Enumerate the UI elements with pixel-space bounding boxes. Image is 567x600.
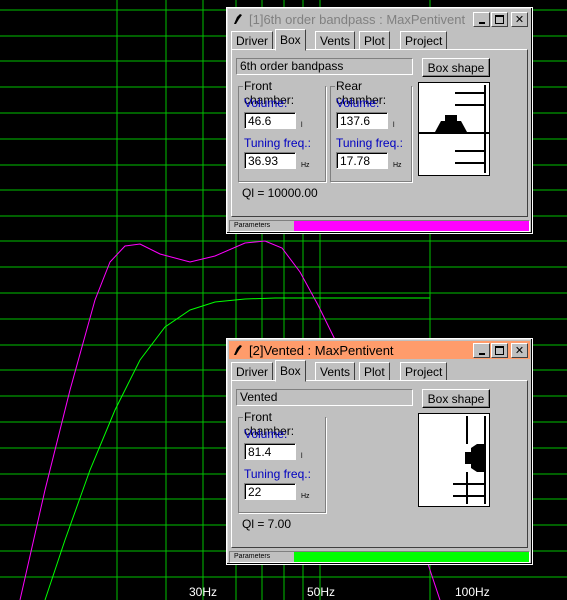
bandpass-window[interactable]: [1]6th order bandpass : MaxPentivent ✕ D… xyxy=(226,7,533,234)
maximize-button[interactable] xyxy=(491,12,508,27)
x-tick-30hz: 30Hz xyxy=(189,585,218,599)
close-button[interactable]: ✕ xyxy=(511,12,528,27)
tuning-label: Tuning freq.: xyxy=(244,467,311,481)
front-volume-input[interactable]: 46.6 xyxy=(244,112,296,129)
parameters-label: Parameters xyxy=(230,221,297,231)
tuning-unit: Hz xyxy=(301,493,310,500)
box-tab-panel: Vented Box shape Front chamber: Volume: … xyxy=(231,380,528,548)
tab-project[interactable]: Project xyxy=(400,31,448,50)
box-shape-diagram xyxy=(418,413,490,507)
maximize-icon xyxy=(495,346,504,355)
front-chamber-group: Front chamber: Volume: 46.6 l Tuning fre… xyxy=(238,79,326,182)
minimize-icon xyxy=(478,21,485,24)
tab-vents[interactable]: Vents xyxy=(315,362,356,381)
tuning-label: Tuning freq.: xyxy=(336,136,403,150)
rear-chamber-group: Rear chamber: Volume: 137.6 l Tuning fre… xyxy=(330,79,412,182)
status-bar: Parameters xyxy=(229,551,530,563)
box-type-field: 6th order bandpass xyxy=(236,58,413,75)
bandpass-titlebar[interactable]: [1]6th order bandpass : MaxPentivent ✕ xyxy=(229,10,530,28)
minimize-icon xyxy=(478,352,485,355)
parameters-label: Parameters xyxy=(230,552,297,562)
volume-label: Volume: xyxy=(244,96,288,110)
box-shape-diagram xyxy=(418,82,490,176)
x-tick-100hz: 100Hz xyxy=(455,585,490,599)
vented-titlebar[interactable]: [2]Vented : MaxPentivent ✕ xyxy=(229,341,530,359)
ql-label: Ql = 7.00 xyxy=(242,517,292,531)
rear-volume-input[interactable]: 137.6 xyxy=(336,112,388,129)
curve-color-bar xyxy=(294,552,529,562)
front-chamber-group: Front chamber: Volume: 81.4 l Tuning fre… xyxy=(238,410,326,513)
volume-unit: l xyxy=(301,122,303,129)
curve-color-bar xyxy=(294,221,529,231)
box-shape-button[interactable]: Box shape xyxy=(422,58,490,77)
volume-unit: l xyxy=(393,122,395,129)
close-button[interactable]: ✕ xyxy=(511,343,528,358)
box-shape-button[interactable]: Box shape xyxy=(422,389,490,408)
maximize-icon xyxy=(495,15,504,24)
box-type-field: Vented xyxy=(236,389,413,406)
tab-driver[interactable]: Driver xyxy=(231,31,273,50)
speaker-icon xyxy=(234,345,242,355)
minimize-button[interactable] xyxy=(473,12,490,27)
maximize-button[interactable] xyxy=(491,343,508,358)
window-title: [2]Vented : MaxPentivent xyxy=(249,342,394,358)
tuning-unit: Hz xyxy=(301,162,310,169)
volume-label: Volume: xyxy=(244,427,288,441)
close-icon: ✕ xyxy=(514,344,525,357)
front-volume-input[interactable]: 81.4 xyxy=(244,443,296,460)
box-tab-panel: 6th order bandpass Box shape Front chamb… xyxy=(231,49,528,217)
tab-project[interactable]: Project xyxy=(400,362,448,381)
tab-plot[interactable]: Plot xyxy=(359,31,390,50)
close-icon: ✕ xyxy=(514,13,525,26)
status-bar: Parameters xyxy=(229,220,530,232)
tuning-unit: Hz xyxy=(393,162,402,169)
volume-label: Volume: xyxy=(336,96,380,110)
tab-vents[interactable]: Vents xyxy=(315,31,356,50)
tab-plot[interactable]: Plot xyxy=(359,362,390,381)
minimize-button[interactable] xyxy=(473,343,490,358)
tab-driver[interactable]: Driver xyxy=(231,362,273,381)
driver-icon xyxy=(471,444,485,472)
vented-window[interactable]: [2]Vented : MaxPentivent ✕ Driver Box Ve… xyxy=(226,338,533,565)
rear-tuning-input[interactable]: 17.78 xyxy=(336,152,388,169)
front-tuning-input[interactable]: 36.93 xyxy=(244,152,296,169)
front-tuning-input[interactable]: 22 xyxy=(244,483,296,500)
speaker-icon xyxy=(234,14,242,24)
ql-label: Ql = 10000.00 xyxy=(242,186,318,200)
window-title: [1]6th order bandpass : MaxPentivent xyxy=(249,11,466,27)
x-tick-50hz: 50Hz xyxy=(307,585,336,599)
tuning-label: Tuning freq.: xyxy=(244,136,311,150)
tab-box[interactable]: Box xyxy=(275,360,306,382)
volume-unit: l xyxy=(301,453,303,460)
tab-box[interactable]: Box xyxy=(275,29,306,51)
